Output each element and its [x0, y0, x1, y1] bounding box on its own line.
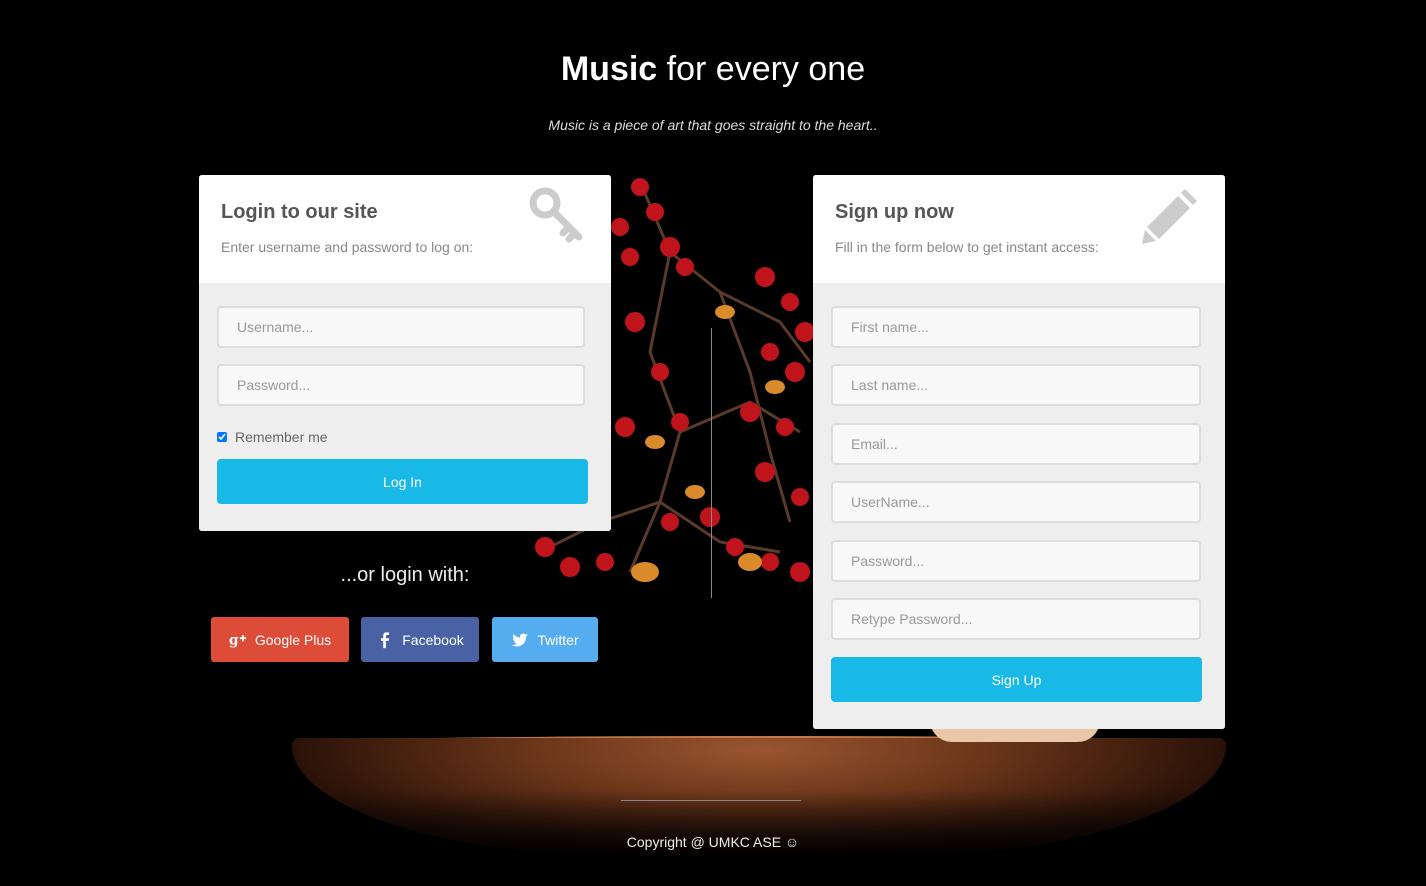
- facebook-button[interactable]: Facebook: [361, 617, 479, 662]
- twitter-icon: [512, 633, 529, 646]
- title-bold: Music: [560, 50, 658, 88]
- social-login-heading: ...or login with:: [340, 564, 470, 586]
- copyright: Copyright @ UMKC ASE ☺: [626, 834, 800, 850]
- password-input[interactable]: [217, 364, 585, 406]
- signup-panel: Sign up now Fill in the form below to ge…: [813, 175, 1225, 729]
- first-name-input[interactable]: [831, 306, 1201, 348]
- google-plus-icon: g: [229, 632, 246, 648]
- login-panel-header: Login to our site Enter username and pas…: [199, 175, 611, 283]
- twitter-button[interactable]: Twitter: [492, 617, 598, 662]
- signup-title: Sign up now: [835, 201, 954, 223]
- vertical-divider: [711, 328, 712, 598]
- username-input[interactable]: [217, 306, 585, 348]
- signup-password-input[interactable]: [831, 540, 1201, 582]
- facebook-icon: [381, 631, 390, 648]
- login-form: Remember me Log In: [199, 283, 611, 531]
- google-plus-label: Google Plus: [254, 631, 332, 648]
- last-name-input[interactable]: [831, 364, 1201, 406]
- google-plus-button[interactable]: g Google Plus: [211, 617, 349, 662]
- key-icon: [529, 187, 583, 243]
- title-light: for every one: [666, 50, 866, 88]
- remember-me-label: Remember me: [235, 429, 328, 445]
- signup-subtitle: Fill in the form below to get instant ac…: [835, 239, 1099, 255]
- signup-username-input[interactable]: [831, 481, 1201, 523]
- retype-password-input[interactable]: [831, 598, 1201, 640]
- facebook-label: Facebook: [402, 631, 464, 648]
- twitter-label: Twitter: [537, 631, 579, 648]
- login-subtitle: Enter username and password to log on:: [221, 239, 474, 255]
- tagline: Music is a piece of art that goes straig…: [548, 117, 878, 133]
- page-title: Music for every one: [0, 50, 1426, 89]
- signup-button[interactable]: Sign Up: [831, 657, 1202, 702]
- login-button[interactable]: Log In: [217, 459, 588, 504]
- svg-text:g: g: [229, 632, 239, 648]
- login-panel: Login to our site Enter username and pas…: [199, 175, 611, 531]
- signup-form: Sign Up: [813, 283, 1225, 729]
- email-input[interactable]: [831, 423, 1201, 465]
- signup-panel-header: Sign up now Fill in the form below to ge…: [813, 175, 1225, 283]
- remember-me-checkbox[interactable]: [217, 432, 227, 442]
- remember-me[interactable]: Remember me: [217, 429, 328, 445]
- login-title: Login to our site: [221, 201, 378, 223]
- pencil-icon: [1142, 189, 1197, 244]
- footer-divider: [621, 800, 801, 801]
